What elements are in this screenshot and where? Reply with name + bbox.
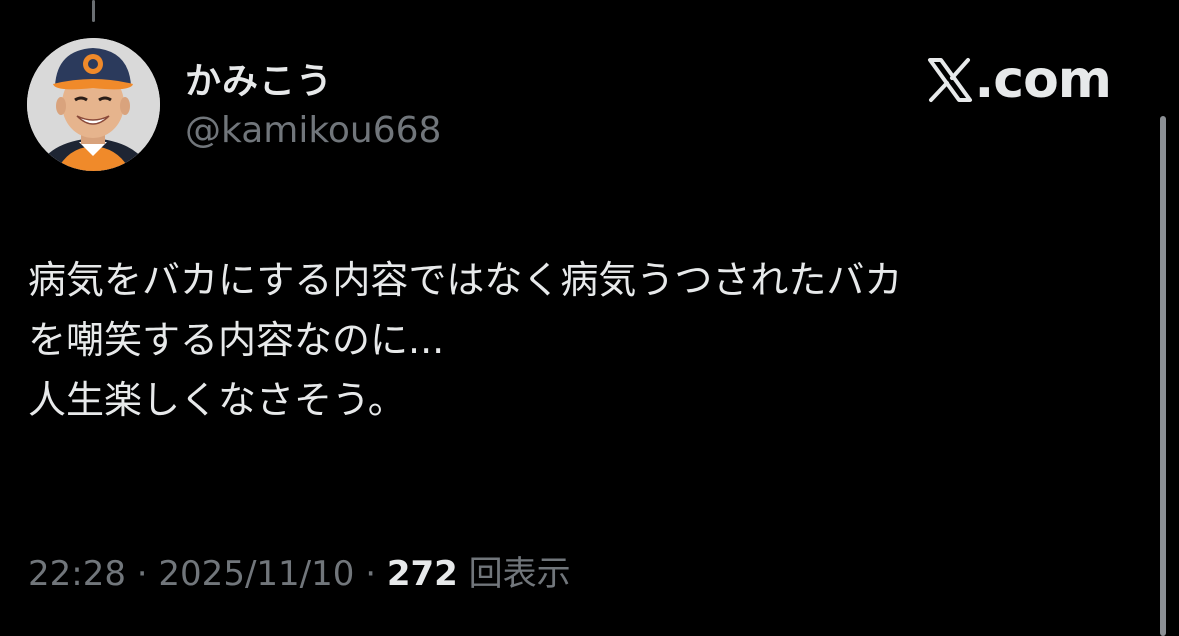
meta-separator: · bbox=[125, 554, 159, 594]
brand-domain-text: .com bbox=[974, 50, 1112, 110]
tweet-text: 病気をバカにする内容ではなく病気うつされたバカ を嘲笑する内容なのに... 人生… bbox=[28, 250, 1148, 430]
tweet-time[interactable]: 22:28 bbox=[28, 554, 126, 594]
brand-watermark: .com bbox=[927, 50, 1112, 110]
tweet-text-line: 病気をバカにする内容ではなく病気うつされたバカ bbox=[28, 258, 903, 302]
meta-separator: · bbox=[354, 554, 387, 594]
tweet-text-line: 人生楽しくなさそう。 bbox=[28, 378, 406, 422]
thread-connector-line bbox=[92, 0, 95, 22]
author-display-name[interactable]: かみこう bbox=[185, 52, 333, 104]
views-count[interactable]: 272 bbox=[387, 554, 458, 594]
author-handle[interactable]: @kamikou668 bbox=[185, 110, 441, 151]
avatar[interactable] bbox=[27, 38, 160, 171]
scrollbar[interactable] bbox=[1160, 116, 1166, 636]
views-label: 回表示 bbox=[468, 554, 571, 594]
tweet-date[interactable]: 2025/11/10 bbox=[158, 554, 354, 594]
tweet-text-line: を嘲笑する内容なのに... bbox=[28, 318, 445, 362]
avatar-photo bbox=[27, 38, 160, 171]
x-logo-icon bbox=[927, 58, 972, 102]
tweet-metadata: 22:28 · 2025/11/10 · 272 回表示 bbox=[28, 546, 571, 595]
